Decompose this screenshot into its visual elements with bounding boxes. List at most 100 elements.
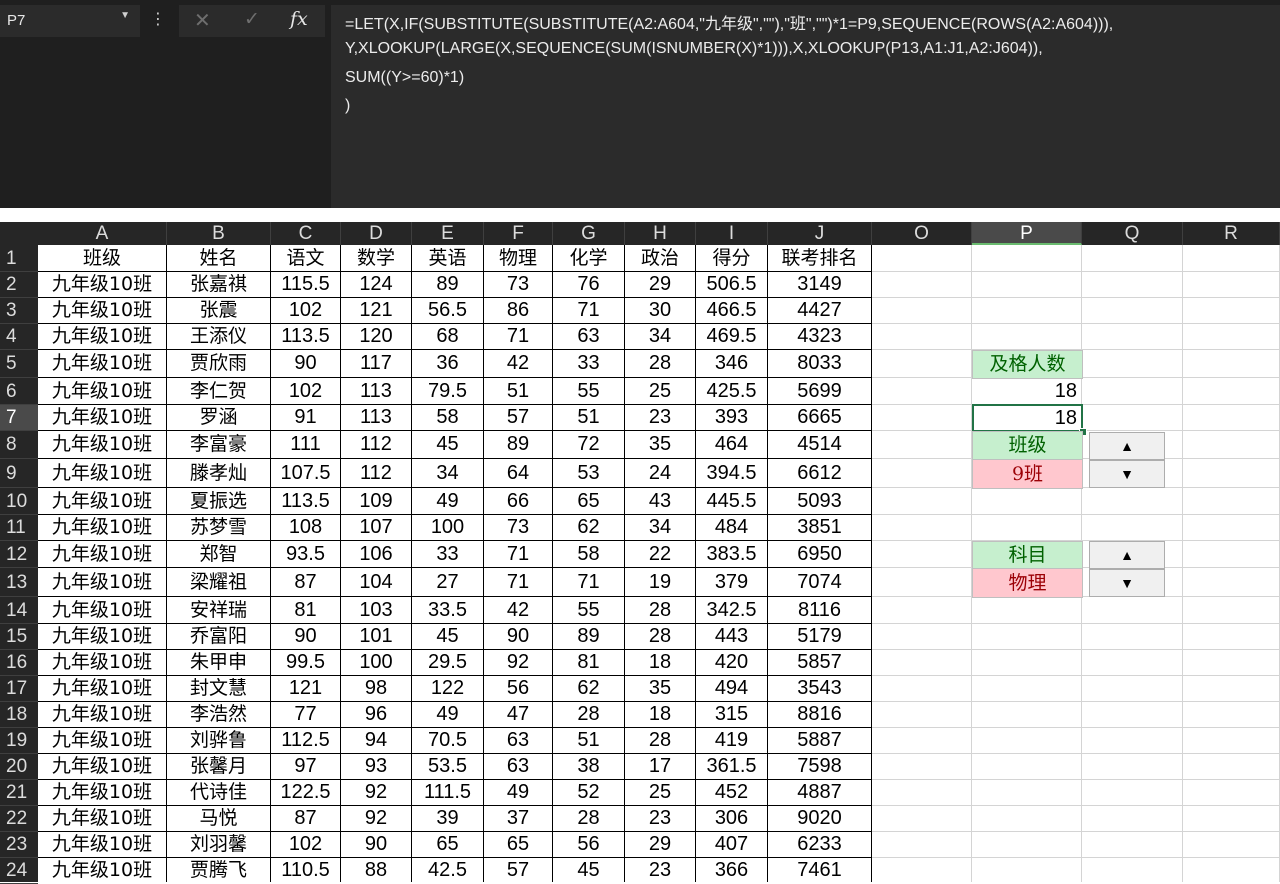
score-cell[interactable]: 4427 [768,298,871,323]
score-cell[interactable]: 28 [553,702,624,727]
score-cell[interactable]: 51 [484,378,552,404]
score-cell[interactable]: 71 [553,568,624,596]
score-cell[interactable]: 109 [341,488,411,514]
score-cell[interactable]: 121 [271,676,340,701]
score-cell[interactable]: 346 [696,350,767,377]
row-header-3[interactable]: 3 [0,298,38,324]
score-cell[interactable]: 407 [696,832,767,857]
score-cell[interactable]: 92 [341,780,411,805]
score-cell[interactable]: 87 [271,806,340,831]
name-cell[interactable]: 张馨月 [167,754,270,779]
formula-line-1[interactable]: =LET(X,IF(SUBSTITUTE(SUBSTITUTE(A2:A604,… [345,10,1113,34]
score-cell[interactable]: 102 [271,832,340,857]
score-cell[interactable]: 100 [341,650,411,675]
score-cell[interactable]: 23 [625,806,695,831]
score-cell[interactable]: 71 [553,298,624,323]
score-cell[interactable]: 8116 [768,597,871,623]
score-cell[interactable]: 94 [341,728,411,753]
score-cell[interactable]: 29 [625,272,695,297]
column-header-p[interactable]: P [972,222,1082,245]
row-header-10[interactable]: 10 [0,488,38,515]
score-cell[interactable]: 110.5 [271,858,340,882]
score-cell[interactable]: 71 [484,324,552,349]
subject-label[interactable]: 科目 [972,541,1083,569]
score-cell[interactable]: 366 [696,858,767,882]
score-cell[interactable]: 18 [625,650,695,675]
column-header-i[interactable]: I [696,222,768,245]
name-cell[interactable]: 梁耀祖 [167,568,270,596]
score-cell[interactable]: 23 [625,405,695,430]
column-header-h[interactable]: H [625,222,696,245]
score-cell[interactable]: 27 [412,568,483,596]
class-cell[interactable]: 九年级10班 [38,350,166,377]
name-cell[interactable]: 贾腾飞 [167,858,270,882]
worksheet-grid[interactable]: 班级 姓名 语文 数学 英语 物理 化学 政治 得分 联考排名 九年级10班 张嘉祺 115.5 124 8… [38,245,1280,882]
name-cell[interactable]: 苏梦雪 [167,515,270,540]
pass-count-formula-cell[interactable]: 18 [972,404,1083,432]
score-cell[interactable]: 108 [271,515,340,540]
score-cell[interactable]: 124 [341,272,411,297]
subject-spin-down-button[interactable]: ▼ [1089,569,1165,597]
score-cell[interactable]: 28 [625,624,695,649]
score-cell[interactable]: 45 [553,858,624,882]
name-cell[interactable]: 张震 [167,298,270,323]
header-cell[interactable]: 语文 [271,245,340,271]
score-cell[interactable]: 8816 [768,702,871,727]
class-spin-up-button[interactable]: ▲ [1089,432,1165,460]
score-cell[interactable]: 5179 [768,624,871,649]
header-cell[interactable]: 政治 [625,245,695,271]
score-cell[interactable]: 106 [341,541,411,567]
name-cell[interactable]: 李浩然 [167,702,270,727]
score-cell[interactable]: 56 [553,832,624,857]
row-header-19[interactable]: 19 [0,728,38,754]
row-header-5[interactable]: 5 [0,350,38,378]
column-header-g[interactable]: G [553,222,625,245]
row-header-11[interactable]: 11 [0,515,38,541]
score-cell[interactable]: 506.5 [696,272,767,297]
class-cell[interactable]: 九年级10班 [38,806,166,831]
row-header-18[interactable]: 18 [0,702,38,728]
class-cell[interactable]: 九年级10班 [38,515,166,540]
class-cell[interactable]: 九年级10班 [38,832,166,857]
name-cell[interactable]: 张嘉祺 [167,272,270,297]
score-cell[interactable]: 102 [271,378,340,404]
column-header-d[interactable]: D [341,222,412,245]
row-header-8[interactable]: 8 [0,431,38,459]
score-cell[interactable]: 76 [553,272,624,297]
score-cell[interactable]: 452 [696,780,767,805]
score-cell[interactable]: 104 [341,568,411,596]
score-cell[interactable]: 35 [625,676,695,701]
score-cell[interactable]: 45 [412,431,483,458]
row-header-4[interactable]: 4 [0,324,38,350]
more-options-icon[interactable]: ⋮ [150,9,166,29]
score-cell[interactable]: 443 [696,624,767,649]
name-cell[interactable]: 贾欣雨 [167,350,270,377]
score-cell[interactable]: 90 [271,624,340,649]
score-cell[interactable]: 33 [553,350,624,377]
row-header-22[interactable]: 22 [0,806,38,832]
score-cell[interactable]: 6950 [768,541,871,567]
score-cell[interactable]: 72 [553,431,624,458]
formula-line-2[interactable]: Y,XLOOKUP(LARGE(X,SEQUENCE(SUM(ISNUMBER(… [345,40,1043,58]
score-cell[interactable]: 56.5 [412,298,483,323]
score-cell[interactable]: 111 [271,431,340,458]
score-cell[interactable]: 90 [271,350,340,377]
score-cell[interactable]: 86 [484,298,552,323]
score-cell[interactable]: 28 [553,806,624,831]
score-cell[interactable]: 494 [696,676,767,701]
formula-line-4[interactable]: ) [345,97,350,115]
score-cell[interactable]: 5699 [768,378,871,404]
score-cell[interactable]: 90 [484,624,552,649]
score-cell[interactable]: 383.5 [696,541,767,567]
name-box-dropdown-icon[interactable]: ▼ [120,10,130,21]
score-cell[interactable]: 25 [625,780,695,805]
name-cell[interactable]: 安祥瑞 [167,597,270,623]
pass-count-label[interactable]: 及格人数 [972,350,1083,379]
score-cell[interactable]: 47 [484,702,552,727]
name-cell[interactable]: 郑智 [167,541,270,567]
score-cell[interactable]: 101 [341,624,411,649]
score-cell[interactable]: 64 [484,459,552,487]
score-cell[interactable]: 52 [553,780,624,805]
score-cell[interactable]: 17 [625,754,695,779]
name-cell[interactable]: 罗涵 [167,405,270,430]
